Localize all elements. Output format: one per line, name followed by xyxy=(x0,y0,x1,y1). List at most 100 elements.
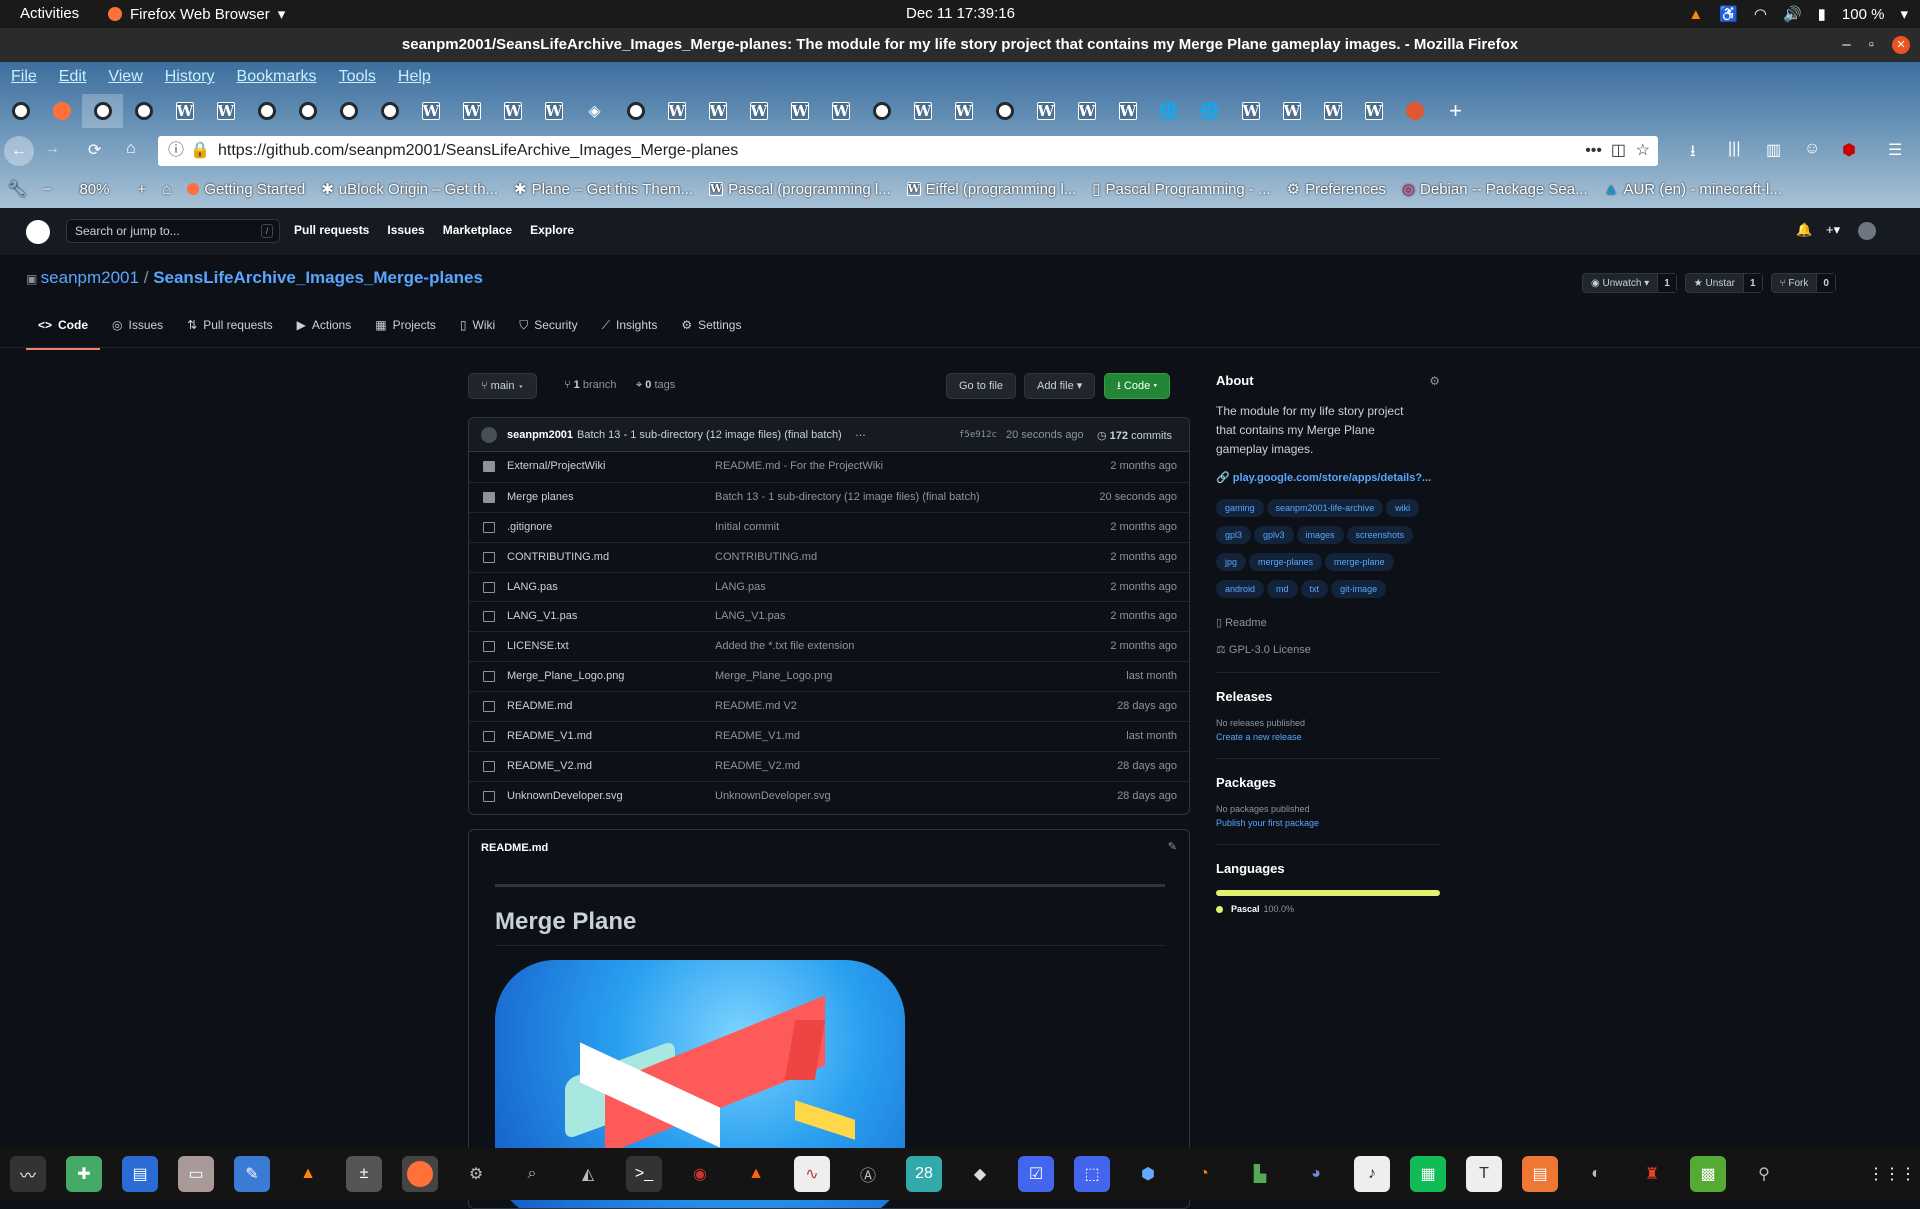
tab[interactable]: W xyxy=(533,94,574,128)
file-row[interactable]: CONTRIBUTING.md CONTRIBUTING.md 2 months a… xyxy=(469,541,1189,572)
search-input[interactable]: Search or jump to... / xyxy=(66,219,280,243)
topic-tag[interactable]: txt xyxy=(1300,580,1329,598)
activities-button[interactable]: Activities xyxy=(20,5,79,22)
app-icon[interactable]: ∿ xyxy=(794,1156,830,1192)
github-logo-icon[interactable] xyxy=(26,220,50,244)
minecraft-icon[interactable]: ▩ xyxy=(1690,1156,1726,1192)
settings-icon[interactable]: ⚙ xyxy=(458,1156,494,1192)
tab[interactable]: W xyxy=(779,94,820,128)
bookmark-getting-started[interactable]: Getting Started xyxy=(179,181,313,198)
hamburger-menu-icon[interactable]: ☰ xyxy=(1888,140,1902,160)
commits-link[interactable]: ◷ 172 commits xyxy=(1097,429,1172,442)
file-commit-message[interactable]: README_V2.md xyxy=(715,760,800,772)
tab[interactable]: W xyxy=(697,94,738,128)
menu-history[interactable]: History xyxy=(154,62,226,92)
bookmark-plane-theme[interactable]: ✱ Plane – Get this Them... xyxy=(506,180,701,199)
zoom-in-button[interactable]: + xyxy=(129,181,154,198)
topic-tag[interactable]: gplv3 xyxy=(1254,526,1294,544)
vlc-tray-icon[interactable]: ▲ xyxy=(1688,6,1703,23)
publish-package-link[interactable]: Publish your first package xyxy=(1216,818,1440,828)
tab-projects[interactable]: ▦ Projects xyxy=(363,318,448,350)
file-commit-message[interactable]: LANG.pas xyxy=(715,581,766,593)
star-icon[interactable]: ☆ xyxy=(1636,136,1650,166)
tasks-icon[interactable]: ☑ xyxy=(1018,1156,1054,1192)
url-bar[interactable]: ⓘ 🔒 https://github.com/seanpm2001/SeansL… xyxy=(158,136,1658,166)
sidebar-icon[interactable]: ▥ xyxy=(1766,140,1781,160)
avatar[interactable] xyxy=(1858,222,1876,240)
tab-wiki[interactable]: ▯ Wiki xyxy=(448,318,507,350)
file-name[interactable]: Merge_Plane_Logo.png xyxy=(507,670,624,682)
tab[interactable]: W xyxy=(1025,94,1066,128)
tab[interactable] xyxy=(328,94,369,128)
bookmark-pascal-programming[interactable]: ▯ Pascal Programming - ... xyxy=(1084,180,1278,199)
menu-view[interactable]: View xyxy=(97,62,153,92)
discord-icon[interactable]: ◕ xyxy=(1298,1156,1334,1192)
file-row[interactable]: LANG.pas LANG.pas 2 months ago xyxy=(469,571,1189,602)
releases-title[interactable]: Releases xyxy=(1216,689,1440,704)
game-icon[interactable]: ♜ xyxy=(1634,1156,1670,1192)
homepage-link[interactable]: 🔗 play.google.com/store/apps/details?... xyxy=(1216,471,1440,484)
calc-icon[interactable]: ▦ xyxy=(1410,1156,1446,1192)
home-button[interactable]: ⌂ xyxy=(126,140,136,158)
topic-tag[interactable]: jpg xyxy=(1216,553,1247,571)
file-commit-message[interactable]: Merge_Plane_Logo.png xyxy=(715,670,832,682)
branch-select[interactable]: ⑂ main ▾ xyxy=(468,373,538,399)
tab[interactable] xyxy=(1394,94,1435,128)
file-row[interactable]: README.md README.md V2 28 days ago xyxy=(469,691,1189,721)
language-item[interactable]: Pascal 100.0% xyxy=(1216,904,1440,914)
file-row[interactable]: .gitignore Initial commit 2 months ago xyxy=(469,511,1189,542)
virtualbox-icon[interactable]: ⬢ xyxy=(1130,1156,1166,1192)
tab-issues[interactable]: ◎ Issues xyxy=(100,318,175,350)
download-icon[interactable]: ⭳ xyxy=(1690,140,1696,167)
tab[interactable]: W xyxy=(656,94,697,128)
file-row[interactable]: LICENSE.txt Added the *.txt file extensio… xyxy=(469,631,1189,661)
maximize-icon[interactable]: ▫ xyxy=(1869,28,1874,62)
tab[interactable]: W xyxy=(1353,94,1394,128)
vlc-icon[interactable]: ▲ xyxy=(290,1156,326,1192)
system-tray[interactable]: ▲ ♿ ◠ 🔊 ▮ 100 % ▾ xyxy=(1688,5,1908,24)
file-commit-message[interactable]: UnknownDeveloper.svg xyxy=(715,790,831,802)
zoom-out-button[interactable]: − xyxy=(35,181,60,198)
tab[interactable] xyxy=(615,94,656,128)
ellipsis-button[interactable]: … xyxy=(855,427,866,439)
power-menu-icon[interactable]: ▾ xyxy=(1900,5,1908,23)
app-icon[interactable]: ◆ xyxy=(962,1156,998,1192)
zoom-level[interactable]: 80% xyxy=(59,181,129,198)
screenshot-icon[interactable]: ⬚ xyxy=(1074,1156,1110,1192)
topic-tag[interactable]: gaming xyxy=(1216,499,1264,517)
firefox-icon[interactable] xyxy=(402,1156,438,1192)
commit-message[interactable]: Batch 13 - 1 sub-directory (12 image fil… xyxy=(577,429,842,441)
file-row[interactable]: Merge_Plane_Logo.png Merge_Plane_Logo.png… xyxy=(469,661,1189,691)
ublock-icon[interactable]: ⬢ xyxy=(1842,140,1856,160)
tab[interactable]: W xyxy=(492,94,533,128)
file-commit-message[interactable]: Initial commit xyxy=(715,521,779,533)
commit-hash[interactable]: f5e912c xyxy=(959,430,997,440)
document-icon[interactable]: ♪ xyxy=(1354,1156,1390,1192)
fork-count[interactable]: 0 xyxy=(1816,274,1835,292)
nav-pull-requests[interactable]: Pull requests xyxy=(294,223,369,237)
menu-tools[interactable]: Tools xyxy=(328,62,387,92)
tab[interactable]: W xyxy=(410,94,451,128)
packages-title[interactable]: Packages xyxy=(1216,775,1440,790)
bookmark-preferences[interactable]: ⚙ Preferences xyxy=(1279,180,1394,199)
back-button[interactable]: ← xyxy=(4,136,34,166)
file-commit-message[interactable]: CONTRIBUTING.md xyxy=(715,551,817,563)
topic-tag[interactable]: git-image xyxy=(1331,580,1387,598)
file-commit-message[interactable]: README.md - For the ProjectWiki xyxy=(715,460,883,472)
tab[interactable] xyxy=(287,94,328,128)
topic-tag[interactable]: gpl3 xyxy=(1216,526,1252,544)
bookmark-ublock[interactable]: ✱ uBlock Origin – Get th... xyxy=(313,180,506,199)
repo-name-link[interactable]: SeansLifeArchive_Images_Merge-planes xyxy=(153,268,483,287)
app-icon[interactable]: ▲ xyxy=(738,1156,774,1192)
new-tab-button[interactable]: + xyxy=(1435,94,1476,128)
tab-pull-requests[interactable]: ⇅ Pull requests xyxy=(175,318,284,350)
file-row[interactable]: Merge planes Batch 13 - 1 sub-directory (… xyxy=(469,481,1189,512)
tab[interactable]: ◈ xyxy=(574,94,615,128)
calendar-icon[interactable]: 28 xyxy=(906,1156,942,1192)
tab[interactable]: W xyxy=(738,94,779,128)
topic-tag[interactable]: android xyxy=(1216,580,1265,598)
wifi-icon[interactable]: ◠ xyxy=(1754,5,1767,23)
screenshot-icon[interactable]: ⌂ xyxy=(154,181,179,198)
tab[interactable]: W xyxy=(164,94,205,128)
file-name[interactable]: Merge planes xyxy=(507,491,574,503)
